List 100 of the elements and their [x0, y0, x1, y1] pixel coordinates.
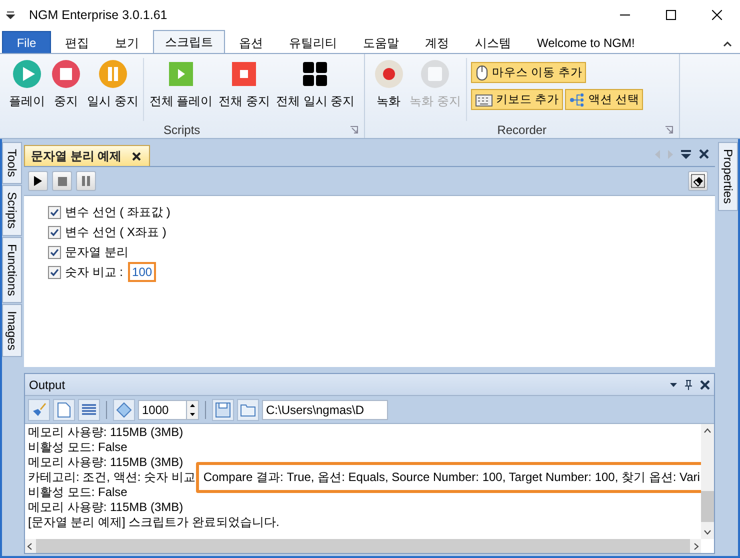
menu-tab[interactable]: 도움말	[351, 32, 411, 53]
checkbox[interactable]	[48, 206, 61, 218]
dropdown-icon[interactable]	[681, 150, 691, 158]
checkbox[interactable]	[48, 226, 61, 238]
log-line: 메모리 사용량: 115MB (3MB)	[28, 425, 184, 439]
log-line: [문자열 분리 예제] 스크립트가 완료되었습니다.	[28, 515, 280, 529]
checkbox[interactable]	[48, 266, 61, 278]
side-tab[interactable]: Functions	[2, 236, 22, 303]
side-tab[interactable]: Images	[2, 304, 22, 358]
play-button[interactable]	[28, 171, 48, 191]
ribbon-button[interactable]: 키보드 추가	[471, 89, 564, 110]
close-icon[interactable]	[700, 380, 710, 390]
scroll-left-icon[interactable]	[27, 542, 32, 550]
dropdown-icon[interactable]	[670, 382, 677, 386]
group-label: Recorder	[497, 122, 547, 136]
maximize-icon[interactable]	[666, 10, 676, 20]
document-button[interactable]	[53, 398, 75, 420]
keyboard-icon	[475, 92, 494, 106]
log-line: 비활성 모드: False	[28, 440, 128, 454]
spinner-button[interactable]	[186, 400, 199, 420]
tooltip: Compare 결과: True, 옵션: Equals, Source Number: 100, Target Number: 100, 찾기 옵션: Vari	[196, 462, 701, 493]
stop-button[interactable]	[52, 171, 72, 191]
dialog-launcher-icon[interactable]	[665, 126, 674, 134]
window-title: NGM Enterprise 3.0.1.61	[29, 8, 168, 22]
menu-tab[interactable]: 시스템	[463, 32, 523, 53]
stop-icon	[58, 176, 66, 186]
pause-icon	[82, 176, 90, 186]
ribbon-button[interactable]: 전체 플레이	[146, 58, 216, 116]
dialog-launcher-icon[interactable]	[350, 126, 358, 134]
stop-icon	[420, 59, 450, 89]
menu-tab[interactable]: 옵션	[227, 32, 275, 53]
eraser-button[interactable]	[688, 171, 708, 191]
brush-icon	[31, 402, 47, 418]
scroll-down-icon[interactable]	[704, 530, 711, 535]
horizontal-scrollbar[interactable]	[25, 539, 701, 553]
stop-icon	[232, 62, 256, 86]
play-icon	[12, 59, 42, 89]
brush-button[interactable]	[28, 398, 50, 420]
pane-title: Output	[29, 378, 66, 392]
menu-tab[interactable]: 보기	[103, 32, 151, 53]
log-line: 카테고리: 조건, 액션: 숫자 비교	[28, 470, 196, 484]
collapse-icon[interactable]	[723, 41, 732, 47]
menu-tab[interactable]: 스크립트	[153, 30, 225, 53]
eraser-icon	[691, 174, 705, 188]
pause-button[interactable]	[76, 171, 96, 191]
mouse-icon	[475, 64, 490, 80]
ribbon-button[interactable]: 플레이	[6, 58, 48, 116]
checkbox[interactable]	[48, 246, 61, 258]
ribbon-button[interactable]: 마우스 이동 추가	[471, 62, 586, 83]
ribbon-button[interactable]: 중지	[48, 58, 84, 116]
log-line: 비활성 모드: False	[28, 485, 128, 499]
save-icon	[215, 402, 231, 418]
ribbon-button[interactable]: 녹화	[370, 58, 407, 116]
group-label: Scripts	[164, 122, 200, 136]
step-label: 변수 선언 ( 좌표값 )	[65, 204, 170, 220]
ribbon-button[interactable]: 전체 일시 중지	[273, 58, 358, 116]
play-icon	[169, 62, 194, 86]
list-button[interactable]	[78, 398, 100, 420]
menu-tab[interactable]: 계정	[413, 32, 461, 53]
pin-icon[interactable]	[685, 380, 692, 390]
vertical-scrollbar[interactable]	[701, 424, 714, 539]
close-icon[interactable]	[132, 152, 141, 160]
step-label: 변수 선언 ( X좌표 )	[65, 224, 166, 240]
eraser-icon	[116, 402, 132, 418]
document-icon	[57, 402, 71, 418]
scroll-up-icon[interactable]	[704, 428, 711, 433]
log-line: 메모리 사용량: 115MB (3MB)	[28, 500, 184, 514]
log-line: 메모리 사용량: 115MB (3MB)	[28, 455, 184, 469]
scroll-right-icon[interactable]	[694, 542, 699, 550]
step-label: 문자열 분리	[65, 244, 128, 260]
record-icon	[374, 59, 404, 89]
list-icon	[81, 402, 97, 416]
folder-button[interactable]	[237, 398, 259, 420]
quick-access-icon[interactable]	[6, 11, 15, 19]
play-icon	[34, 176, 42, 186]
ribbon-button[interactable]: 전채 중지	[216, 58, 274, 116]
menu-tab[interactable]: Welcome to NGM!	[525, 32, 647, 53]
pause-icon	[98, 59, 128, 89]
up-arrow-icon	[190, 404, 195, 406]
stop-icon	[51, 59, 81, 89]
close-icon[interactable]	[699, 149, 709, 159]
side-tab[interactable]: Properties	[718, 142, 738, 211]
ribbon-button[interactable]: 액션 선택	[565, 89, 644, 110]
side-tab[interactable]: Tools	[2, 142, 22, 184]
file-tab[interactable]: File	[2, 31, 51, 53]
ribbon-button[interactable]: 일시 중지	[84, 58, 142, 116]
menu-tab[interactable]: 유틸리티	[277, 32, 349, 53]
flow-icon	[569, 92, 586, 106]
folder-icon	[240, 402, 256, 416]
document-tab[interactable]: 문자열 분리 예제	[24, 145, 150, 166]
save-button[interactable]	[212, 398, 234, 420]
step-label: 숫자 비교 :	[65, 264, 124, 280]
down-arrow-icon	[190, 412, 195, 416]
path-field[interactable]: C:\Users\ngmas\D	[262, 400, 388, 420]
value-field[interactable]: 100	[128, 262, 156, 282]
grid-icon	[303, 62, 328, 86]
number-field[interactable]: 1000	[138, 400, 186, 420]
close-icon[interactable]	[712, 10, 722, 20]
menu-tab[interactable]: 편집	[53, 32, 101, 53]
side-tab[interactable]: Scripts	[2, 185, 22, 236]
